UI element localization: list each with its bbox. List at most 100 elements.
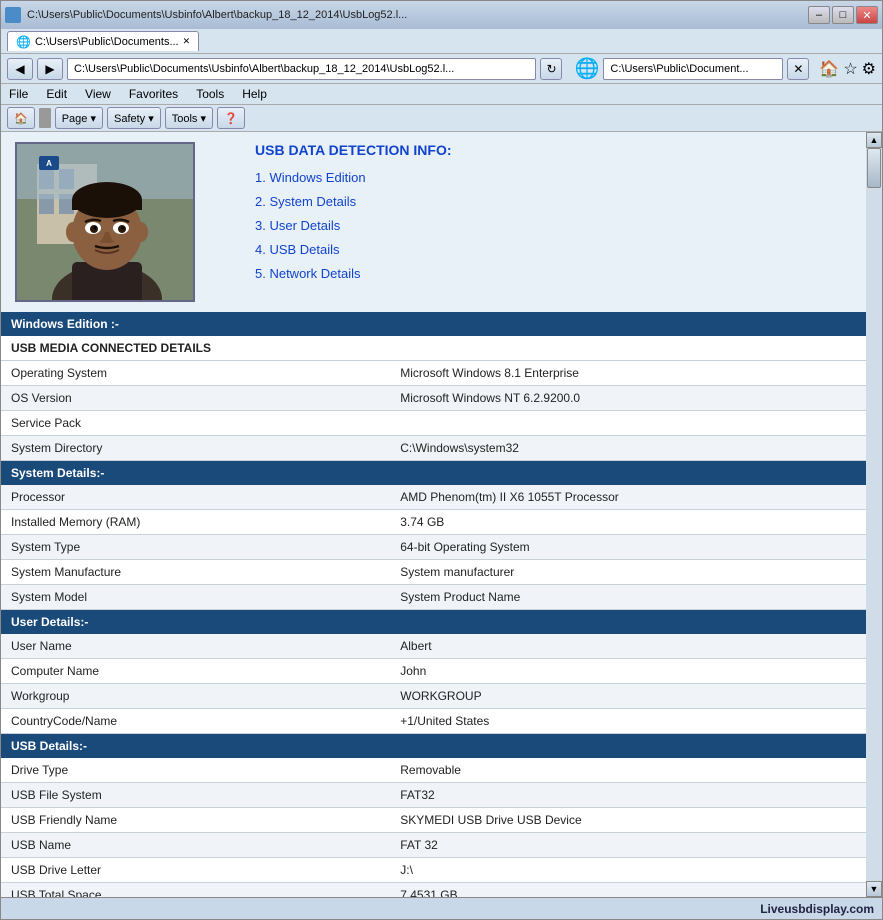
forward-button[interactable]: ▶ [37, 58, 63, 80]
row-label: CountryCode/Name [1, 709, 390, 734]
tab-close-button[interactable]: ✕ [787, 58, 809, 80]
watermark-text: Liveusbdisplay.com [760, 902, 874, 916]
menu-view[interactable]: View [83, 86, 113, 102]
home-icon[interactable]: 🏠 [819, 59, 839, 79]
back-button[interactable]: ◀ [7, 58, 33, 80]
menu-edit[interactable]: Edit [44, 86, 69, 102]
row-label: USB MEDIA CONNECTED DETAILS [1, 336, 866, 361]
page-content: A USB DATA DETECTION INFO: 1. Windows Ed… [1, 132, 866, 897]
content-area: A USB DATA DETECTION INFO: 1. Windows Ed… [1, 132, 882, 897]
row-value: Microsoft Windows 8.1 Enterprise [390, 361, 866, 386]
table-row: User Name Albert [1, 634, 866, 659]
section-header-windows: Windows Edition :- [1, 312, 866, 336]
header-section: A USB DATA DETECTION INFO: 1. Windows Ed… [1, 132, 866, 312]
maximize-button[interactable]: □ [832, 6, 854, 24]
row-value: FAT 32 [390, 833, 866, 858]
home-button[interactable]: 🏠 [7, 107, 35, 129]
menu-tools[interactable]: Tools [194, 86, 226, 102]
menu-favorites[interactable]: Favorites [127, 86, 180, 102]
table-row: Workgroup WORKGROUP [1, 684, 866, 709]
scroll-track[interactable] [866, 148, 882, 881]
tab-bar: 🌐 C:\Users\Public\Documents... ✕ [1, 29, 882, 54]
row-value [390, 411, 866, 436]
window-title: C:\Users\Public\Documents\Usbinfo\Albert… [27, 9, 407, 21]
page-dropdown[interactable]: Page ▾ [55, 107, 103, 129]
table-row: Processor AMD Phenom(tm) II X6 1055T Pro… [1, 485, 866, 510]
row-label: Installed Memory (RAM) [1, 510, 390, 535]
tab-label: C:\Users\Public\Documents... [35, 36, 179, 48]
row-value: Microsoft Windows NT 6.2.9200.0 [390, 386, 866, 411]
user-details-header: User Details:- [1, 610, 866, 635]
nav-link-usb-details[interactable]: 4. USB Details [255, 238, 852, 262]
row-value: FAT32 [390, 783, 866, 808]
refresh-button[interactable]: ↻ [540, 58, 562, 80]
tab-icon: 🌐 [16, 35, 31, 49]
usb-details-header: USB Details:- [1, 734, 866, 759]
gear-icon[interactable]: ⚙ [862, 59, 876, 79]
scroll-up-button[interactable]: ▲ [866, 132, 882, 148]
row-label: Computer Name [1, 659, 390, 684]
address-input[interactable] [67, 58, 536, 80]
table-row: Operating System Microsoft Windows 8.1 E… [1, 361, 866, 386]
nav-link-user-details[interactable]: 3. User Details [255, 214, 852, 238]
row-value: C:\Windows\system32 [390, 436, 866, 461]
title-bar: C:\Users\Public\Documents\Usbinfo\Albert… [1, 1, 882, 29]
table-row: Installed Memory (RAM) 3.74 GB [1, 510, 866, 535]
minimize-button[interactable]: – [808, 6, 830, 24]
windows-edition-header: Windows Edition :- [1, 312, 866, 336]
row-label: USB Friendly Name [1, 808, 390, 833]
row-label: Drive Type [1, 758, 390, 783]
print-icon [39, 108, 51, 128]
row-label: System Manufacture [1, 560, 390, 585]
row-value: 3.74 GB [390, 510, 866, 535]
scroll-thumb[interactable] [867, 148, 881, 188]
table-row: System Model System Product Name [1, 585, 866, 610]
table-row: OS Version Microsoft Windows NT 6.2.9200… [1, 386, 866, 411]
close-button[interactable]: ✕ [856, 6, 878, 24]
links-section: USB DATA DETECTION INFO: 1. Windows Edit… [215, 142, 852, 302]
table-row: System Directory C:\Windows\system32 [1, 436, 866, 461]
nav-link-network-details[interactable]: 5. Network Details [255, 262, 852, 286]
ie-logo: 🌐 [574, 56, 599, 81]
row-label: Service Pack [1, 411, 390, 436]
row-label: Workgroup [1, 684, 390, 709]
help-button[interactable]: ❓ [217, 107, 245, 129]
tools-dropdown[interactable]: Tools ▾ [165, 107, 213, 129]
row-label: Operating System [1, 361, 390, 386]
row-label: User Name [1, 634, 390, 659]
section-header-system: System Details:- [1, 461, 866, 486]
menu-file[interactable]: File [7, 86, 30, 102]
safety-dropdown[interactable]: Safety ▾ [107, 107, 161, 129]
menu-help[interactable]: Help [240, 86, 269, 102]
nav-link-system-details[interactable]: 2. System Details [255, 190, 852, 214]
row-value: Albert [390, 634, 866, 659]
tab-close-icon[interactable]: ✕ [183, 36, 191, 47]
nav-link-windows-edition[interactable]: 1. Windows Edition [255, 166, 852, 190]
row-value: J:\ [390, 858, 866, 883]
row-value: SKYMEDI USB Drive USB Device [390, 808, 866, 833]
browser-window: C:\Users\Public\Documents\Usbinfo\Albert… [0, 0, 883, 920]
status-bar: Liveusbdisplay.com [1, 897, 882, 919]
scrollbar[interactable]: ▲ ▼ [866, 132, 882, 897]
table-row: Drive Type Removable [1, 758, 866, 783]
row-value: Removable [390, 758, 866, 783]
row-value: +1/United States [390, 709, 866, 734]
browser-icon [5, 7, 21, 23]
address-input-2[interactable] [603, 58, 783, 80]
row-value: 64-bit Operating System [390, 535, 866, 560]
row-value: 7.4531 GB [390, 883, 866, 898]
row-label: USB Drive Letter [1, 858, 390, 883]
browser-tab[interactable]: 🌐 C:\Users\Public\Documents... ✕ [7, 31, 199, 51]
row-label: USB Name [1, 833, 390, 858]
row-value: AMD Phenom(tm) II X6 1055T Processor [390, 485, 866, 510]
star-icon[interactable]: ☆ [843, 59, 857, 79]
scroll-down-button[interactable]: ▼ [866, 881, 882, 897]
system-details-header: System Details:- [1, 461, 866, 486]
table-row: USB MEDIA CONNECTED DETAILS [1, 336, 866, 361]
inner-content: A USB DATA DETECTION INFO: 1. Windows Ed… [1, 132, 866, 897]
table-row: System Type 64-bit Operating System [1, 535, 866, 560]
row-label: System Type [1, 535, 390, 560]
section-header-usb: USB Details:- [1, 734, 866, 759]
address-row: ◀ ▶ ↻ 🌐 ✕ 🏠 ☆ ⚙ [1, 54, 882, 84]
person-svg: A [17, 144, 195, 302]
